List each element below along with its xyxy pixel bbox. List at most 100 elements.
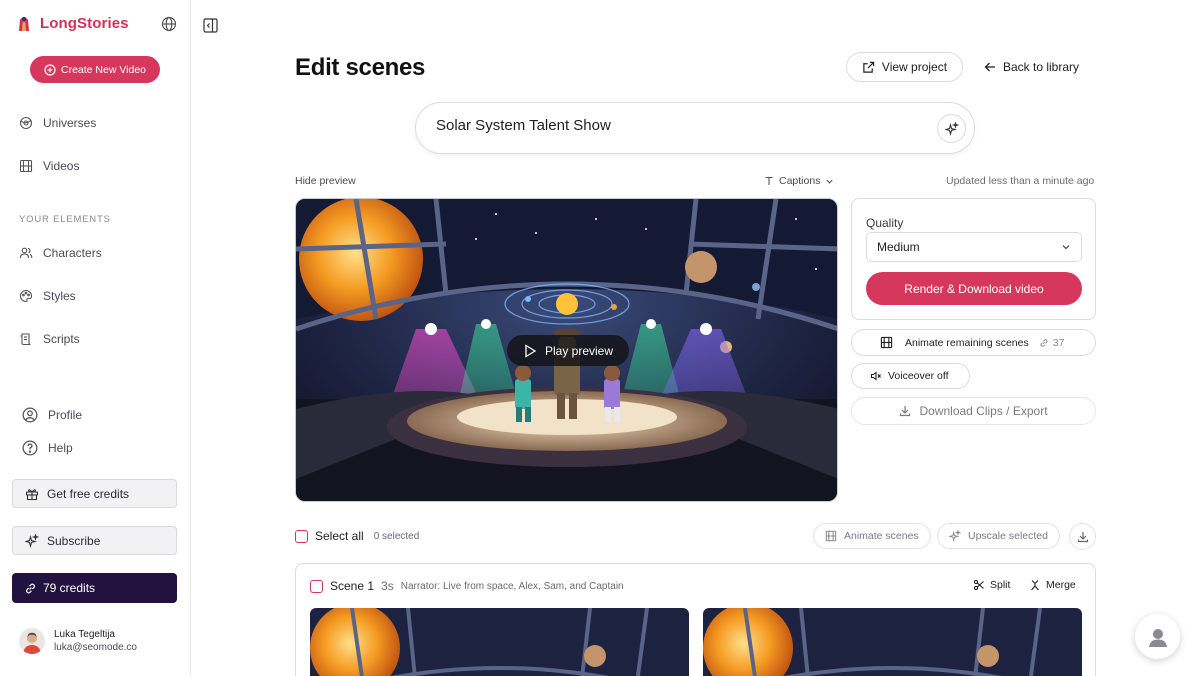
select-all-checkbox[interactable] xyxy=(295,529,308,543)
sidebar-item-characters[interactable]: Characters xyxy=(19,246,102,260)
gift-icon xyxy=(25,488,39,500)
sidebar: LongStories Create New Video Universes V… xyxy=(0,0,191,676)
credits-link-icon xyxy=(1040,338,1048,347)
sidebar-item-help[interactable]: Help xyxy=(22,440,73,456)
user-profile[interactable]: Luka Tegeltija luka@seomode.co xyxy=(19,628,137,654)
upscale-selected-label: Upscale selected xyxy=(968,530,1048,542)
play-preview-label: Play preview xyxy=(544,343,614,358)
avatar-image xyxy=(19,628,45,654)
project-title-input[interactable] xyxy=(436,117,916,134)
download-icon xyxy=(900,406,911,417)
avatar xyxy=(19,628,45,654)
updated-status: Updated less than a minute ago xyxy=(946,175,1095,187)
brand-logo-icon xyxy=(19,17,29,31)
scene-thumbnail-image xyxy=(310,608,689,676)
back-to-library-label: Back to library xyxy=(1003,60,1080,74)
sidebar-item-label: Videos xyxy=(43,159,80,173)
profile-icon xyxy=(22,407,38,423)
sidebar-item-styles[interactable]: Styles xyxy=(19,289,76,303)
sidebar-item-label: Profile xyxy=(48,408,83,422)
render-download-button[interactable]: Render & Download video xyxy=(866,272,1082,305)
sparkles-icon xyxy=(949,530,961,542)
sidebar-item-videos[interactable]: Videos xyxy=(19,159,79,173)
credits-label: 79 credits xyxy=(43,581,96,595)
scene-checkbox[interactable] xyxy=(310,579,323,593)
users-icon xyxy=(19,247,33,259)
play-preview-button[interactable]: Play preview xyxy=(507,335,629,366)
page-title: Edit scenes xyxy=(295,54,426,81)
merge-icon xyxy=(1031,580,1039,591)
sidebar-item-scripts[interactable]: Scripts xyxy=(19,332,80,346)
scene-header: Scene 1 3s Narrator: Live from space, Al… xyxy=(310,579,624,593)
download-selected-button[interactable] xyxy=(1069,523,1096,550)
subscribe-button[interactable]: Subscribe xyxy=(12,526,177,555)
scene-thumbnail-image xyxy=(703,608,1082,676)
ai-generate-title-button[interactable] xyxy=(937,114,966,143)
project-title-field[interactable] xyxy=(415,102,975,154)
animate-remaining-cost: 37 xyxy=(1052,336,1065,349)
split-button[interactable]: Split xyxy=(973,579,1010,591)
upscale-selected-button[interactable]: Upscale selected xyxy=(937,523,1060,549)
back-to-library-button[interactable]: Back to library xyxy=(984,60,1079,74)
scene-narration: Narrator: Live from space, Alex, Sam, an… xyxy=(400,580,624,592)
scissors-icon xyxy=(973,579,984,591)
captions-label: Captions xyxy=(779,175,821,187)
video-preview[interactable]: Play preview xyxy=(295,198,838,502)
support-chat-button[interactable] xyxy=(1135,614,1180,659)
hide-preview-link[interactable]: Hide preview xyxy=(295,175,356,187)
animate-remaining-button[interactable]: Animate remaining scenes 37 xyxy=(851,329,1096,356)
captions-dropdown[interactable]: Captions xyxy=(764,175,834,187)
select-all-label: Select all xyxy=(315,529,364,543)
animate-remaining-label: Animate remaining scenes xyxy=(905,336,1029,349)
film-icon xyxy=(19,159,33,173)
sparkles-icon xyxy=(25,533,39,548)
scene-thumbnail[interactable] xyxy=(310,608,689,676)
volume-off-icon xyxy=(870,371,881,381)
get-free-credits-button[interactable]: Get free credits xyxy=(12,479,177,508)
sidebar-item-profile[interactable]: Profile xyxy=(22,407,82,423)
merge-label: Merge xyxy=(1046,579,1076,591)
credits-link-icon xyxy=(25,582,36,594)
sidebar-item-universes[interactable]: Universes xyxy=(19,116,96,130)
user-support-icon xyxy=(1148,628,1167,647)
render-card: Quality Medium Render & Download video xyxy=(851,198,1096,320)
credits-balance-button[interactable]: 79 credits xyxy=(12,573,177,603)
scene-title: Scene 1 xyxy=(330,579,375,593)
view-project-button[interactable]: View project xyxy=(846,52,963,82)
download-clips-button[interactable]: Download Clips / Export xyxy=(851,397,1096,425)
chevron-down-icon xyxy=(1062,245,1070,250)
brand[interactable]: LongStories xyxy=(16,14,129,32)
split-label: Split xyxy=(990,579,1011,591)
script-icon xyxy=(20,333,31,346)
collapse-sidebar-icon[interactable] xyxy=(203,18,218,33)
merge-button[interactable]: Merge xyxy=(1029,579,1076,591)
globe-icon[interactable] xyxy=(161,16,177,32)
play-icon xyxy=(525,343,537,358)
animate-scenes-button[interactable]: Animate scenes xyxy=(813,523,931,549)
universe-icon xyxy=(19,116,33,130)
text-icon xyxy=(765,176,773,185)
scene-thumbnail[interactable] xyxy=(703,608,1082,676)
sidebar-item-label: Universes xyxy=(43,116,97,130)
voiceover-toggle[interactable]: Voiceover off xyxy=(851,363,970,389)
get-free-credits-label: Get free credits xyxy=(47,486,130,501)
sidebar-item-label: Scripts xyxy=(43,332,80,346)
animate-scenes-label: Animate scenes xyxy=(844,530,919,542)
quality-select[interactable]: Medium xyxy=(866,232,1082,262)
help-icon xyxy=(22,440,38,456)
arrow-left-icon xyxy=(984,62,995,72)
create-new-video-label: Create New Video xyxy=(60,63,147,76)
sidebar-item-label: Styles xyxy=(43,289,76,303)
scene-card: Scene 1 3s Narrator: Live from space, Al… xyxy=(295,563,1096,676)
film-icon xyxy=(825,530,837,542)
select-all[interactable]: Select all 0 selected xyxy=(295,529,419,543)
sidebar-item-label: Help xyxy=(48,441,73,455)
chevron-down-icon xyxy=(826,179,834,184)
create-new-video-button[interactable]: Create New Video xyxy=(30,56,160,83)
quality-label: Quality xyxy=(866,216,904,230)
download-clips-label: Download Clips / Export xyxy=(919,404,1048,418)
user-name: Luka Tegeltija xyxy=(54,629,115,640)
plus-circle-icon xyxy=(44,63,56,76)
film-icon xyxy=(880,336,893,349)
palette-icon xyxy=(20,289,33,303)
